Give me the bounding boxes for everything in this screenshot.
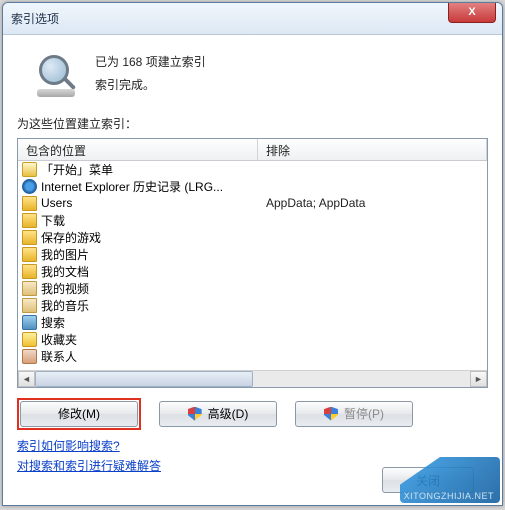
list-item[interactable]: Users AppData; AppData bbox=[18, 195, 487, 212]
list-item-label: Internet Explorer 历史记录 (LRG... bbox=[41, 178, 223, 195]
status-line-1: 已为 168 项建立索引 bbox=[95, 51, 206, 74]
list-item[interactable]: 保存的游戏 bbox=[18, 229, 487, 246]
fav-icon bbox=[22, 332, 37, 347]
scroll-thumb[interactable] bbox=[35, 371, 253, 387]
advanced-button[interactable]: 高级(D) bbox=[159, 401, 277, 427]
status-line-2: 索引完成。 bbox=[95, 74, 206, 97]
window: 索引选项 X 已为 168 项建立索引 索引完成。 为这些位置建立索引： 包含的… bbox=[2, 2, 503, 506]
link-how-index-affects-search[interactable]: 索引如何影响搜索? bbox=[17, 436, 488, 456]
content-area: 已为 168 项建立索引 索引完成。 为这些位置建立索引： 包含的位置 排除 「… bbox=[3, 35, 502, 486]
scroll-track[interactable] bbox=[35, 371, 470, 387]
close-dialog-button[interactable]: 关闭 bbox=[382, 467, 474, 493]
folder-icon bbox=[22, 264, 37, 279]
list-item[interactable]: Internet Explorer 历史记录 (LRG... bbox=[18, 178, 487, 195]
list-item[interactable]: 「开始」菜单 bbox=[18, 161, 487, 178]
list-item-label: 我的图片 bbox=[41, 246, 89, 263]
section-label: 为这些位置建立索引： bbox=[17, 115, 488, 132]
horizontal-scrollbar[interactable]: ◄ ► bbox=[18, 370, 487, 387]
star-icon bbox=[22, 162, 37, 177]
magnifier-icon bbox=[35, 55, 81, 95]
list-item-label: 搜索 bbox=[41, 314, 65, 331]
modify-button-label: 修改(M) bbox=[58, 405, 100, 422]
pause-button-label: 暂停(P) bbox=[344, 405, 384, 422]
list-header: 包含的位置 排除 bbox=[18, 139, 487, 161]
list-item-label: 联系人 bbox=[41, 348, 77, 365]
search-icon bbox=[22, 315, 37, 330]
shield-icon bbox=[324, 407, 338, 421]
column-header-included[interactable]: 包含的位置 bbox=[18, 139, 258, 160]
list-item-label: 收藏夹 bbox=[41, 331, 77, 348]
video-icon bbox=[22, 281, 37, 296]
close-button[interactable]: X bbox=[448, 3, 496, 23]
shield-icon bbox=[188, 407, 202, 421]
advanced-button-label: 高级(D) bbox=[208, 405, 249, 422]
list-item-label: 「开始」菜单 bbox=[41, 161, 113, 178]
list-item[interactable]: 我的视频 bbox=[18, 280, 487, 297]
status-row: 已为 168 项建立索引 索引完成。 bbox=[35, 51, 488, 97]
list-item[interactable]: 我的音乐 bbox=[18, 297, 487, 314]
list-item-exclude: AppData; AppData bbox=[258, 196, 487, 210]
contact-icon bbox=[22, 349, 37, 364]
scroll-left-arrow[interactable]: ◄ bbox=[18, 371, 35, 387]
list-item[interactable]: 我的图片 bbox=[18, 246, 487, 263]
folder-icon bbox=[22, 247, 37, 262]
column-header-exclude[interactable]: 排除 bbox=[258, 139, 487, 160]
list-item[interactable]: 收藏夹 bbox=[18, 331, 487, 348]
list-item-label: 下载 bbox=[41, 212, 65, 229]
list-body[interactable]: 「开始」菜单Internet Explorer 历史记录 (LRG...User… bbox=[18, 161, 487, 371]
list-item-label: 保存的游戏 bbox=[41, 229, 101, 246]
list-item[interactable]: 联系人 bbox=[18, 348, 487, 365]
list-item-label: 我的视频 bbox=[41, 280, 89, 297]
status-text: 已为 168 项建立索引 索引完成。 bbox=[95, 51, 206, 97]
highlight-frame: 修改(M) bbox=[17, 398, 141, 430]
pause-button: 暂停(P) bbox=[295, 401, 413, 427]
music-icon bbox=[22, 298, 37, 313]
folder-icon bbox=[22, 213, 37, 228]
list-item[interactable]: 我的文档 bbox=[18, 263, 487, 280]
folder-icon bbox=[22, 230, 37, 245]
window-title: 索引选项 bbox=[11, 10, 59, 27]
modify-button[interactable]: 修改(M) bbox=[20, 401, 138, 427]
list-item[interactable]: 搜索 bbox=[18, 314, 487, 331]
buttons-row: 修改(M) 高级(D) 暂停(P) bbox=[17, 398, 488, 430]
scroll-right-arrow[interactable]: ► bbox=[470, 371, 487, 387]
folder-icon bbox=[22, 196, 37, 211]
locations-listbox: 包含的位置 排除 「开始」菜单Internet Explorer 历史记录 (L… bbox=[17, 138, 488, 388]
list-item-label: 我的文档 bbox=[41, 263, 89, 280]
list-item-label: 我的音乐 bbox=[41, 297, 89, 314]
list-item-label: Users bbox=[41, 196, 72, 210]
list-item[interactable]: 下载 bbox=[18, 212, 487, 229]
titlebar: 索引选项 X bbox=[3, 3, 502, 35]
ie-icon bbox=[22, 179, 37, 194]
